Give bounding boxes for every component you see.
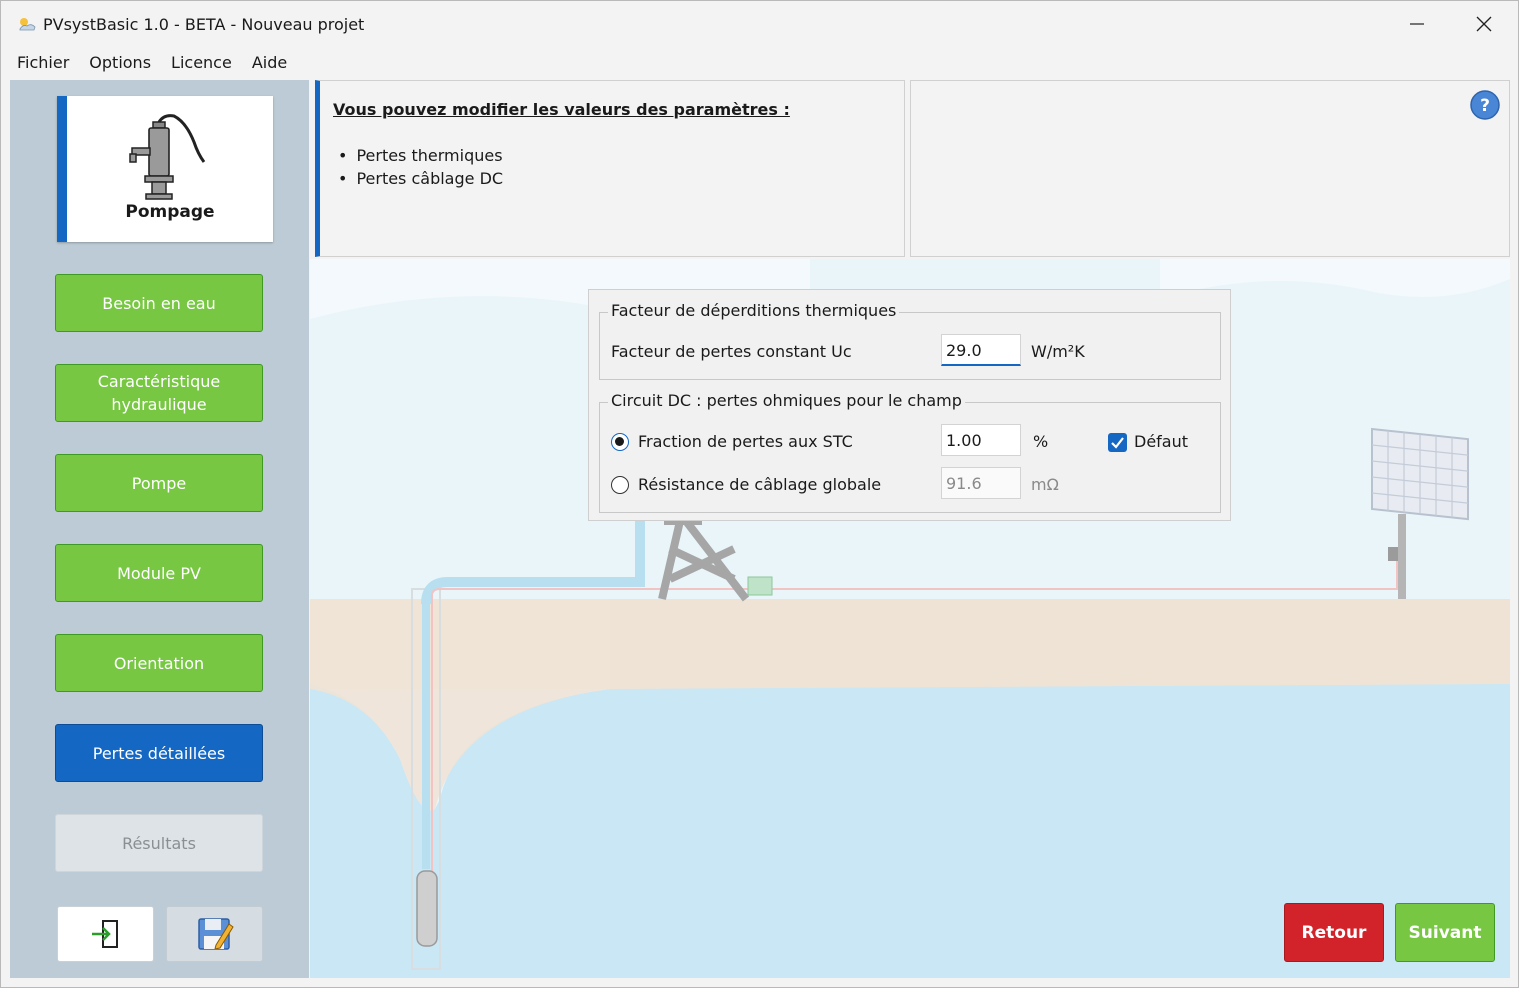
nav-caracteristique-hydraulique[interactable]: Caractéristique hydraulique (55, 364, 263, 422)
app-window: PVsystBasic 1.0 - BETA - Nouveau projet … (0, 0, 1519, 988)
svg-text:?: ? (1480, 96, 1490, 116)
info-bullet: Pertes câblage DC (338, 167, 503, 190)
minimize-icon (1410, 23, 1424, 25)
uc-label: Facteur de pertes constant Uc (611, 342, 852, 361)
sidebar: Pompage Besoin en eau Caractéristique hy… (10, 80, 309, 978)
dc-group-title: Circuit DC : pertes ohmiques pour le cha… (608, 391, 965, 410)
resistance-radio[interactable] (611, 476, 629, 494)
bullet-text: Pertes thermiques (356, 146, 503, 165)
nav-label: Besoin en eau (102, 293, 216, 313)
resistance-label: Résistance de câblage globale (638, 475, 882, 494)
losses-parameters-panel: Facteur de déperditions thermiques Facte… (588, 289, 1231, 521)
nav-label: Pertes détaillées (92, 743, 226, 763)
nav-module-pv[interactable]: Module PV (55, 544, 263, 602)
nav-label: Résultats (122, 833, 196, 853)
title-bar: PVsystBasic 1.0 - BETA - Nouveau projet (1, 1, 1518, 47)
resistance-unit: mΩ (1031, 475, 1059, 494)
help-icon[interactable]: ? (1469, 89, 1501, 121)
info-heading: Vous pouvez modifier les valeurs des par… (333, 100, 790, 119)
nav-pertes-detaillees[interactable]: Pertes détaillées (55, 724, 263, 782)
current-step-card: Pompage (57, 96, 273, 242)
current-step-label: Pompage (125, 202, 215, 222)
nav-besoin-en-eau[interactable]: Besoin en eau (55, 274, 263, 332)
fraction-unit: % (1033, 432, 1049, 451)
nav-label: Caractéristique hydraulique (97, 372, 221, 414)
close-icon (1476, 16, 1492, 32)
menu-bar: Fichier Options Licence Aide (1, 47, 1518, 79)
info-bullet: Pertes thermiques (338, 144, 503, 167)
resistance-input[interactable]: 91.6 (941, 467, 1021, 499)
fraction-label: Fraction de pertes aux STC (638, 432, 853, 451)
nav-label: Module PV (117, 563, 201, 583)
nav-label: Orientation (113, 653, 205, 673)
import-icon (91, 920, 118, 948)
save-icon (197, 918, 234, 950)
save-button[interactable] (166, 906, 263, 962)
menu-options[interactable]: Options (79, 47, 161, 79)
nav-pompe[interactable]: Pompe (55, 454, 263, 512)
hand-pump-icon (129, 114, 206, 200)
nav-orientation[interactable]: Orientation (55, 634, 263, 692)
window-title: PVsystBasic 1.0 - BETA - Nouveau projet (43, 15, 365, 34)
next-label: Suivant (1408, 922, 1482, 943)
uc-unit: W/m²K (1031, 342, 1085, 361)
fraction-input[interactable]: 1.00 (941, 424, 1021, 456)
nav-resultats: Résultats (55, 814, 263, 872)
default-label: Défaut (1134, 432, 1189, 451)
bullet-text: Pertes câblage DC (356, 169, 504, 188)
menu-licence[interactable]: Licence (161, 47, 242, 79)
help-panel: ? (910, 80, 1510, 257)
dc-circuit-group: Circuit DC : pertes ohmiques pour le cha… (599, 391, 1221, 513)
uc-input[interactable]: 29.0 (941, 334, 1021, 366)
info-bullet-list: Pertes thermiques Pertes câblage DC (338, 144, 503, 190)
menu-aide[interactable]: Aide (242, 47, 297, 79)
nav-label: Pompe (131, 473, 187, 493)
app-logo-icon (19, 18, 36, 31)
info-panel: Vous pouvez modifier les valeurs des par… (315, 80, 905, 257)
default-checkbox[interactable] (1108, 433, 1127, 452)
next-button[interactable]: Suivant (1395, 903, 1495, 962)
back-button[interactable]: Retour (1284, 903, 1384, 962)
minimize-button[interactable] (1385, 1, 1449, 47)
import-button[interactable] (57, 906, 154, 962)
checkmark-icon (1111, 437, 1124, 449)
close-button[interactable] (1452, 1, 1516, 47)
thermal-group-title: Facteur de déperditions thermiques (608, 301, 900, 320)
thermal-losses-group: Facteur de déperditions thermiques Facte… (599, 301, 1221, 380)
menu-fichier[interactable]: Fichier (1, 47, 79, 79)
back-label: Retour (1301, 922, 1367, 943)
fraction-radio[interactable] (611, 433, 629, 451)
